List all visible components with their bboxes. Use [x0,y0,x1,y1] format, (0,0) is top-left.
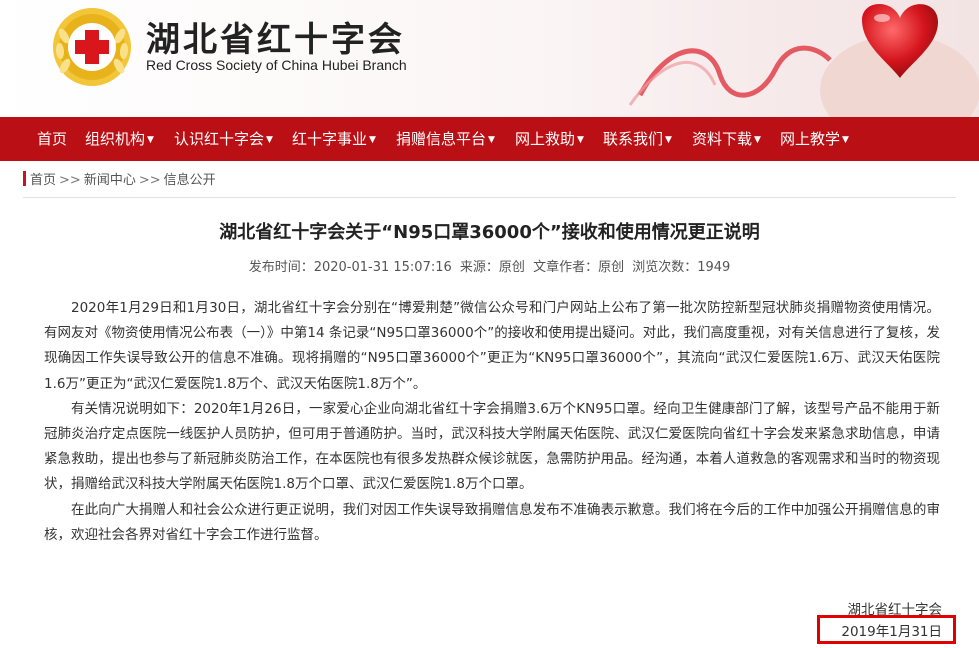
article-paragraph: 2020年1月29日和1月30日，湖北省红十字会分别在“博爱荆楚”微信公众号和门… [44,300,940,392]
site-title-en: Red Cross Society of China Hubei Branch [146,57,407,73]
publish-time: 发布时间：2020-01-31 15:07:16 [248,260,452,275]
article-author: 文章作者：原创 [533,260,625,275]
nav-item-downloads[interactable]: 资料下载 ▼ [692,117,761,161]
breadcrumb-news-center-link[interactable]: 新闻中心 [84,173,136,188]
nav-item-label: 认识红十字会 [174,130,265,148]
main-navigation: 首页 组织机构 ▼ 认识红十字会 ▼ 红十字事业 ▼ 捐赠信息平台 ▼ 网上救助 ▼ 联系… [0,117,979,161]
caret-down-icon: ▼ [842,135,849,145]
red-cross-emblem-icon[interactable] [51,6,133,88]
caret-down-icon: ▼ [577,135,584,145]
view-count: 浏览次数：1949 [632,260,731,275]
site-title-cn: 湖北省红十字会 [146,20,405,60]
breadcrumb: 首页 >> 新闻中心 >> 信息公开 [23,171,216,189]
article-paragraph: 有关情况说明如下：2020年1月26日，一家爱心企业向湖北省红十字会捐赠3.6万… [44,400,940,493]
nav-item-label: 资料下载 [692,130,753,148]
nav-item-donation-platform[interactable]: 捐赠信息平台 ▼ [396,117,495,161]
caret-down-icon: ▼ [147,135,154,145]
nav-item-red-cross-cause[interactable]: 红十字事业 ▼ [292,117,376,161]
article-source: 来源：原创 [459,260,525,275]
article-meta: 发布时间：2020-01-31 15:07:16 来源：原创 文章作者：原创 浏… [0,256,979,275]
heart-ribbon-banner-icon [628,3,979,117]
breadcrumb-marker [23,171,26,186]
article-paragraph: 在此向广大捐赠人和社会公众进行更正说明，我们对因工作失误导致捐赠信息发布不准确表… [44,501,940,543]
article-body: 2020年1月29日和1月30日，湖北省红十字会分别在“博爱荆楚”微信公众号和门… [44,296,940,548]
caret-down-icon: ▼ [754,135,761,145]
nav-item-organization[interactable]: 组织机构 ▼ [85,117,154,161]
signature-date: 2019年1月31日 [841,624,942,640]
breadcrumb-separator: >> [59,173,81,188]
nav-item-label: 组织机构 [85,130,146,148]
breadcrumb-home-link[interactable]: 首页 [30,173,56,188]
nav-item-contact-us[interactable]: 联系我们 ▼ [603,117,672,161]
nav-item-label: 网上救助 [515,130,576,148]
nav-item-label: 首页 [37,130,68,148]
article-title: 湖北省红十字会关于“N95口罩36000个”接收和使用情况更正说明 [219,222,760,243]
nav-item-label: 红十字事业 [292,130,368,148]
nav-item-label: 捐赠信息平台 [396,130,487,148]
divider [23,197,956,198]
caret-down-icon: ▼ [369,135,376,145]
caret-down-icon: ▼ [266,135,273,145]
site-header: 湖北省红十字会 Red Cross Society of China Hubei… [0,0,979,117]
breadcrumb-separator: >> [138,173,161,188]
nav-item-label: 联系我们 [603,130,664,148]
breadcrumb-info-disclosure-link[interactable]: 信息公开 [164,173,216,188]
caret-down-icon: ▼ [665,135,672,145]
nav-item-about-red-cross[interactable]: 认识红十字会 ▼ [174,117,273,161]
nav-item-online-teaching[interactable]: 网上教学 ▼ [780,117,849,161]
nav-item-home[interactable]: 首页 [37,117,67,161]
caret-down-icon: ▼ [488,135,495,145]
nav-item-label: 网上教学 [780,130,841,148]
nav-item-online-aid[interactable]: 网上救助 ▼ [515,117,584,161]
